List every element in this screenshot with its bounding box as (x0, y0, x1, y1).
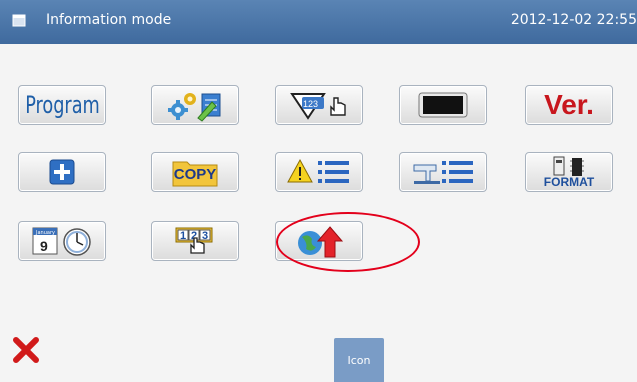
add-button[interactable] (18, 152, 106, 192)
monitor-screen-icon (418, 92, 468, 118)
window-icon (12, 14, 26, 27)
page-title: Information mode (46, 12, 172, 28)
triangle-counter-hand-icon: 123 (290, 93, 346, 120)
copy-button[interactable]: COPY (151, 152, 239, 192)
title-bar: Information mode 2012-12-02 22:55 (0, 0, 637, 44)
version-label: Ver. (544, 89, 594, 120)
icon-tab[interactable]: Icon (334, 338, 384, 382)
number-input-button[interactable]: 1 2 3 (151, 221, 239, 261)
svg-text:9: 9 (40, 238, 48, 254)
program-label: Program (24, 91, 100, 119)
svg-text:January: January (35, 230, 55, 236)
format-label: FORMAT (543, 175, 595, 189)
counter-settings-button[interactable]: 123 (275, 85, 363, 125)
screen-display-button[interactable] (399, 85, 487, 125)
number-keypad-hand-icon: 1 2 3 (175, 227, 213, 254)
svg-text:123: 123 (303, 99, 318, 109)
machine-info-button[interactable] (399, 152, 487, 192)
alarm-history-button[interactable] (275, 152, 363, 192)
datetime-display: 2012-12-02 22:55 (510, 12, 637, 28)
plus-icon (49, 159, 75, 185)
icon-tab-label: Icon (347, 353, 371, 367)
parameter-settings-button[interactable] (151, 85, 239, 125)
copy-label: COPY (173, 165, 217, 183)
close-icon[interactable] (12, 336, 40, 364)
version-button[interactable]: Ver. (525, 85, 613, 125)
svg-text:1: 1 (180, 230, 186, 242)
warning-list-icon (287, 158, 349, 183)
date-time-button[interactable]: January 9 (18, 221, 106, 261)
settings-document-icon (168, 93, 221, 122)
format-button[interactable]: FORMAT (525, 152, 613, 192)
calendar-clock-icon: January 9 (32, 227, 91, 256)
sewing-machine-list-icon (413, 161, 473, 184)
svg-text:3: 3 (202, 230, 208, 242)
highlight-circle (276, 212, 420, 272)
program-button[interactable]: Program (18, 85, 106, 125)
